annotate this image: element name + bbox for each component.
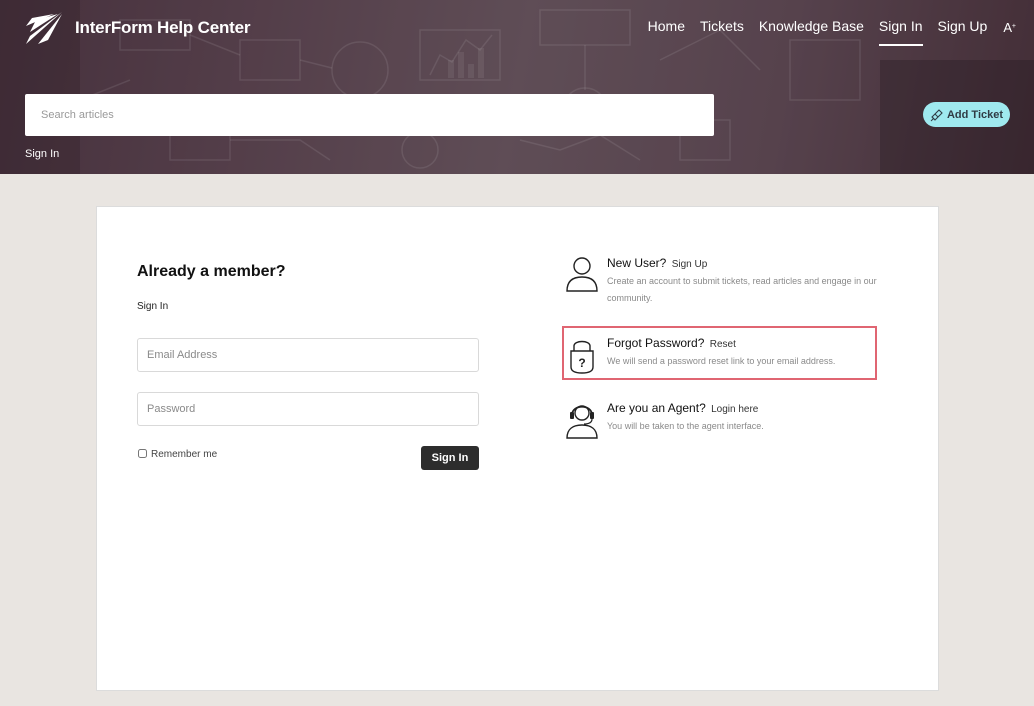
font-size-plus-icon: + xyxy=(1011,23,1016,30)
forgot-password-option: ? Forgot Password? Reset We will send a … xyxy=(562,335,897,375)
svg-text:?: ? xyxy=(578,356,585,370)
main-nav: Home Tickets Knowledge Base Sign In Sign… xyxy=(633,17,1016,46)
nav-tickets[interactable]: Tickets xyxy=(700,17,744,45)
reset-link[interactable]: Reset xyxy=(710,339,736,350)
user-outline-icon xyxy=(566,257,598,292)
nav-knowledge-base[interactable]: Knowledge Base xyxy=(759,17,864,45)
agent-heading-row: Are you an Agent? Login here xyxy=(607,400,897,418)
sign-in-card: Already a member? Sign In Remember me Si… xyxy=(96,206,939,691)
forgot-password-description: We will send a password reset link to yo… xyxy=(607,356,836,366)
password-field[interactable] xyxy=(137,392,479,426)
paper-plane-logo-icon xyxy=(26,12,62,44)
login-title: Already a member? xyxy=(137,263,286,280)
add-ticket-button[interactable]: Add Ticket xyxy=(923,102,1010,127)
sign-in-button[interactable]: Sign In xyxy=(421,446,479,470)
agent-description: You will be taken to the agent interface… xyxy=(607,421,764,431)
headset-agent-icon xyxy=(566,405,598,439)
ticket-icon xyxy=(930,108,943,121)
brand-name: InterForm Help Center xyxy=(75,18,251,37)
nav-home[interactable]: Home xyxy=(648,17,685,45)
new-user-option: New User? Sign Up Create an account to s… xyxy=(562,255,897,307)
agent-option: Are you an Agent? Login here You will be… xyxy=(562,400,897,440)
brand[interactable]: InterForm Help Center xyxy=(24,10,250,46)
agent-heading: Are you an Agent? xyxy=(607,401,706,415)
forgot-password-heading-row: Forgot Password? Reset xyxy=(607,335,897,353)
new-user-text: New User? Sign Up Create an account to s… xyxy=(607,255,897,307)
new-user-heading-row: New User? Sign Up xyxy=(607,255,897,273)
sign-up-link[interactable]: Sign Up xyxy=(672,259,708,270)
breadcrumb: Sign In xyxy=(25,148,60,160)
forgot-password-heading: Forgot Password? xyxy=(607,336,705,350)
search-input[interactable] xyxy=(25,94,714,136)
font-size-toggle-label: A xyxy=(1003,20,1012,35)
nav-sign-up[interactable]: Sign Up xyxy=(938,17,988,45)
login-subtitle: Sign In xyxy=(137,301,169,312)
font-size-toggle[interactable]: A + xyxy=(1003,17,1016,39)
remember-me-label: Remember me xyxy=(151,449,218,460)
nav-sign-in[interactable]: Sign In xyxy=(878,17,923,46)
add-ticket-label: Add Ticket xyxy=(946,108,1004,121)
agent-login-link[interactable]: Login here xyxy=(711,404,758,415)
agent-text: Are you an Agent? Login here You will be… xyxy=(607,400,897,435)
forgot-password-text: Forgot Password? Reset We will send a pa… xyxy=(607,335,897,370)
new-user-heading: New User? xyxy=(607,256,667,270)
remember-me-checkbox[interactable] xyxy=(138,449,147,458)
remember-me[interactable]: Remember me xyxy=(137,447,217,460)
email-field[interactable] xyxy=(137,338,479,372)
new-user-description: Create an account to submit tickets, rea… xyxy=(607,276,877,303)
padlock-question-icon: ? xyxy=(570,340,594,374)
